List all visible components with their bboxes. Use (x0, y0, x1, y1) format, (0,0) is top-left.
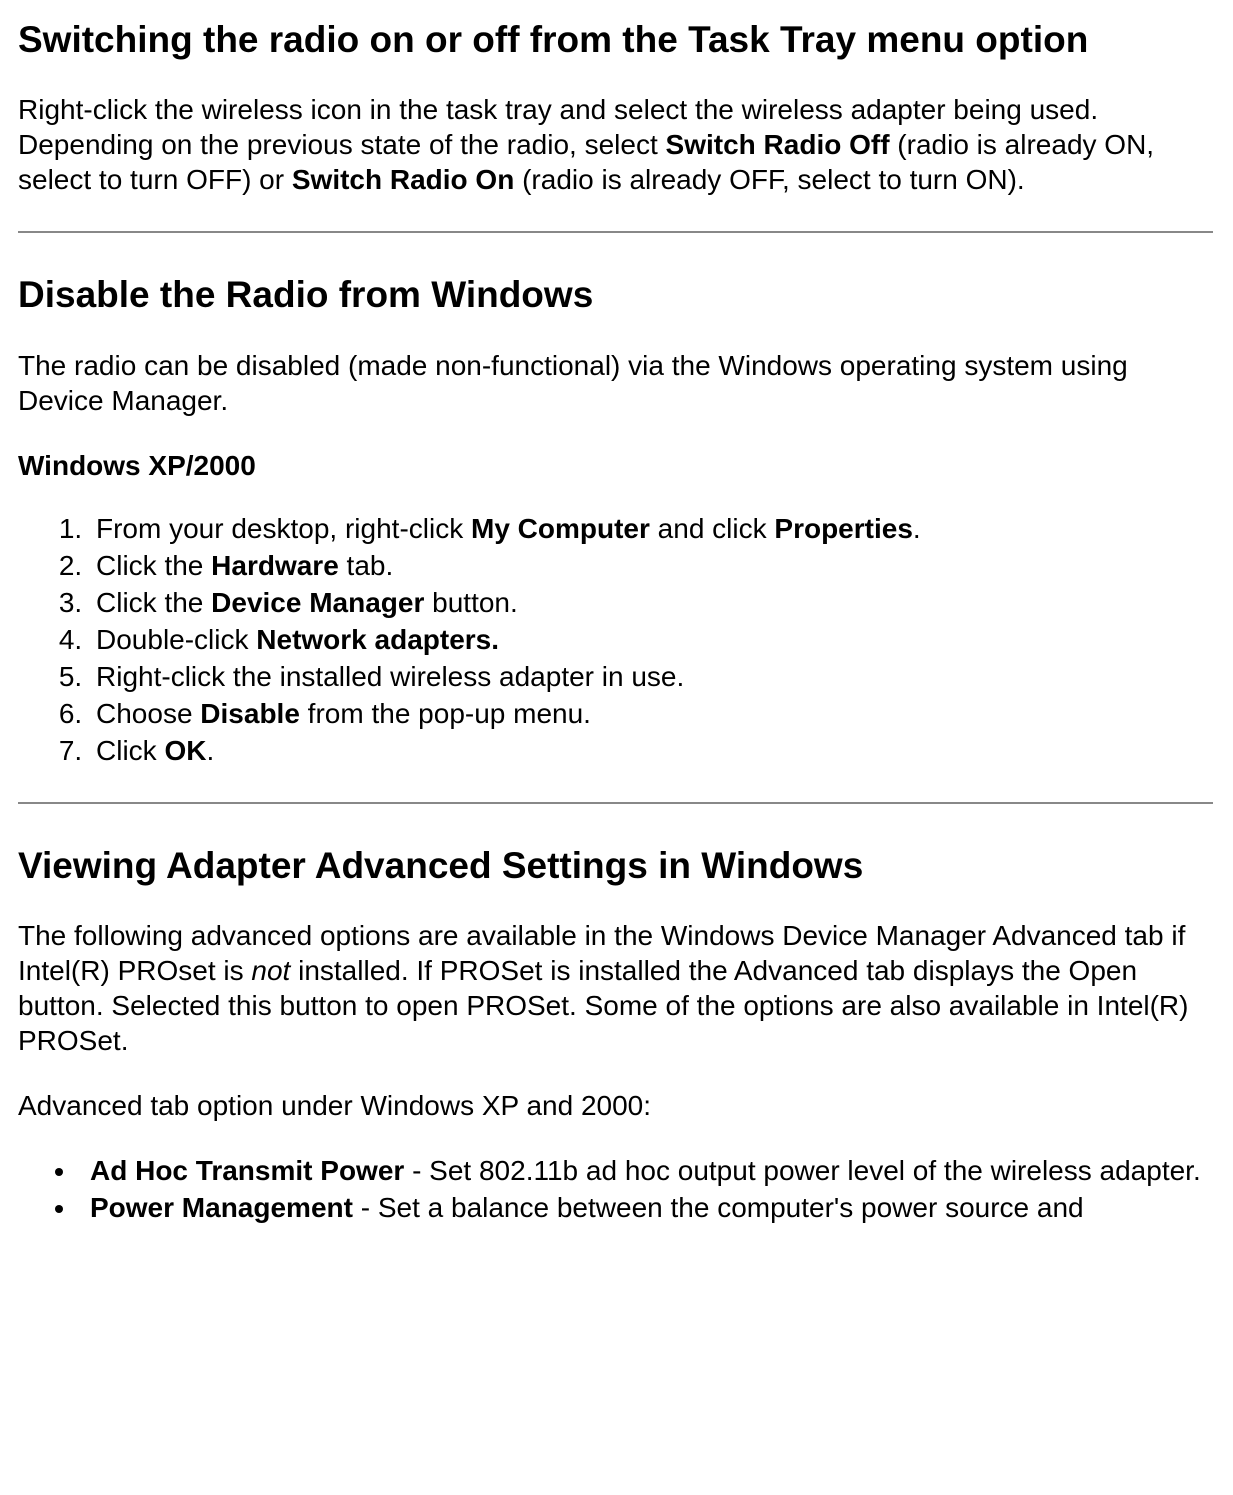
step-item: Click the Hardware tab. (90, 548, 1213, 583)
text: From your desktop, right-click (96, 513, 471, 544)
bold-properties: Properties (774, 513, 913, 544)
text: Right-click the installed wireless adapt… (96, 661, 684, 692)
text: from the pop-up menu. (300, 698, 591, 729)
bold-switch-radio-off: Switch Radio Off (666, 129, 890, 160)
heading-advanced-settings: Viewing Adapter Advanced Settings in Win… (18, 844, 1213, 888)
bold-hardware: Hardware (211, 550, 339, 581)
bold-power-management: Power Management (90, 1192, 353, 1223)
bold-ok: OK (164, 735, 206, 766)
paragraph-advanced-intro: The following advanced options are avail… (18, 918, 1213, 1058)
bullet-item: Ad Hoc Transmit Power - Set 802.11b ad h… (78, 1153, 1213, 1188)
text: . (206, 735, 214, 766)
text: Click (96, 735, 164, 766)
steps-list: From your desktop, right-click My Comput… (18, 511, 1213, 768)
step-item: From your desktop, right-click My Comput… (90, 511, 1213, 546)
bold-my-computer: My Computer (471, 513, 650, 544)
text: Click the (96, 587, 211, 618)
divider (18, 231, 1213, 233)
step-item: Choose Disable from the pop-up menu. (90, 696, 1213, 731)
paragraph-advanced-tab: Advanced tab option under Windows XP and… (18, 1088, 1213, 1123)
text: - Set a balance between the computer's p… (353, 1192, 1084, 1223)
bold-switch-radio-on: Switch Radio On (292, 164, 514, 195)
bullet-list: Ad Hoc Transmit Power - Set 802.11b ad h… (18, 1153, 1213, 1225)
text: Click the (96, 550, 211, 581)
divider (18, 802, 1213, 804)
text: (radio is already OFF, select to turn ON… (514, 164, 1024, 195)
bold-disable: Disable (200, 698, 300, 729)
bold-device-manager: Device Manager (211, 587, 424, 618)
text: - Set 802.11b ad hoc output power level … (404, 1155, 1200, 1186)
italic-not: not (251, 955, 290, 986)
text: Choose (96, 698, 200, 729)
paragraph-task-tray: Right-click the wireless icon in the tas… (18, 92, 1213, 197)
bullet-item: Power Management - Set a balance between… (78, 1190, 1213, 1225)
text: tab. (339, 550, 393, 581)
text: Double-click (96, 624, 256, 655)
step-item: Click the Device Manager button. (90, 585, 1213, 620)
text: and click (650, 513, 775, 544)
heading-disable-radio: Disable the Radio from Windows (18, 273, 1213, 317)
bold-ad-hoc-transmit-power: Ad Hoc Transmit Power (90, 1155, 404, 1186)
heading-switching-radio: Switching the radio on or off from the T… (18, 18, 1213, 62)
step-item: Double-click Network adapters. (90, 622, 1213, 657)
step-item: Right-click the installed wireless adapt… (90, 659, 1213, 694)
subheading-windows-xp-2000: Windows XP/2000 (18, 448, 1213, 483)
text: . (913, 513, 921, 544)
bold-network-adapters: Network adapters. (256, 624, 499, 655)
step-item: Click OK. (90, 733, 1213, 768)
text: button. (424, 587, 517, 618)
paragraph-disable-intro: The radio can be disabled (made non-func… (18, 348, 1213, 418)
